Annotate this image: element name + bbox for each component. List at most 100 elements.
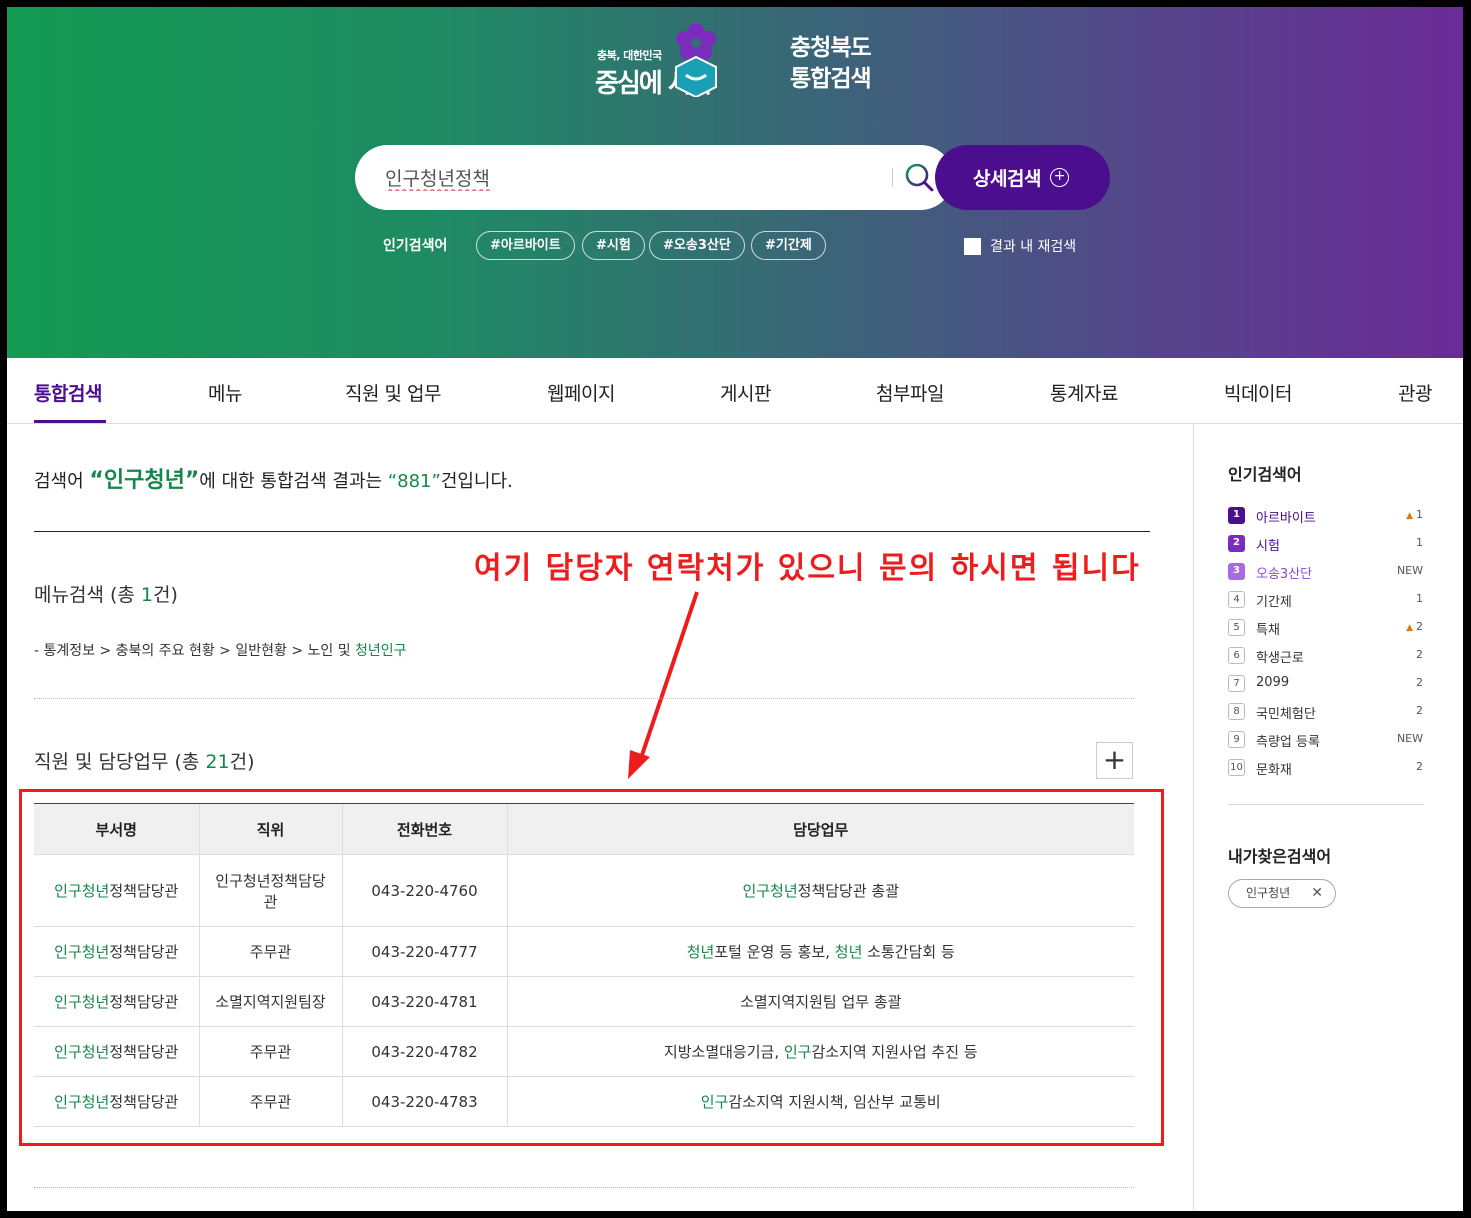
cell-duty: 인구청년정책담당관 총괄 (506, 854, 1134, 927)
cell-dept: 인구청년정책담당관 (34, 976, 199, 1027)
rank-item[interactable]: 9 측량업 등록 NEW (1228, 730, 1423, 750)
rank-change: 2 (1416, 676, 1423, 689)
summary-divider (34, 531, 1150, 532)
my-search-chip[interactable]: 인구청년 ✕ (1228, 879, 1336, 908)
rank-change-value: 2 (1416, 760, 1423, 773)
tab-tourism[interactable]: 관광 (1398, 379, 1432, 406)
research-within-results-checkbox[interactable]: 결과 내 재검색 (964, 236, 1076, 256)
duty-text: 포털 운영 등 홍보, (714, 943, 835, 961)
popular-tag[interactable]: #아르바이트 (476, 231, 575, 260)
cell-phone: 043-220-4782 (341, 1026, 507, 1077)
cell-phone: 043-220-4783 (341, 1076, 507, 1127)
rank-change-value: 1 (1416, 592, 1423, 605)
tab-attachments[interactable]: 첨부파일 (876, 379, 944, 406)
rank-item[interactable]: 5 특채 ▲ 2 (1228, 618, 1423, 638)
slogan-small: 충북, 대한민국 (597, 49, 662, 62)
summary-suffix: 건입니다. (440, 471, 513, 492)
rank-change: 2 (1416, 704, 1423, 717)
summary-middle: 에 대한 통합검색 결과는 (199, 471, 388, 492)
cell-phone: 043-220-4781 (341, 976, 507, 1027)
tab-bigdata[interactable]: 빅데이터 (1224, 379, 1292, 406)
popular-tag[interactable]: #시험 (582, 231, 645, 260)
chungbuk-emblem-icon (675, 23, 717, 97)
duty-text: 감소지역 지원사업 추진 등 (811, 1043, 978, 1061)
checkbox-icon (964, 237, 981, 255)
rank-word: 특채 (1256, 623, 1280, 638)
dept-highlight: 인구청년 (54, 882, 110, 900)
menu-path-text: - 통계정보 > 충북의 주요 현황 > 일반현황 > 노인 및 (34, 643, 356, 659)
tab-board[interactable]: 게시판 (720, 379, 771, 406)
rank-number: 5 (1228, 619, 1245, 636)
rank-word: 학생근로 (1256, 651, 1304, 666)
rank-item[interactable]: 8 국민체험단 2 (1228, 702, 1423, 722)
rank-item[interactable]: 4 기간제 1 (1228, 590, 1423, 610)
rank-item[interactable]: 2 시험 1 (1228, 534, 1423, 554)
active-tab-indicator (34, 420, 106, 423)
sidebar-divider (1228, 804, 1424, 805)
section-divider (34, 698, 1134, 699)
col-header-duty: 담당업무 (506, 803, 1134, 855)
rank-change-value: NEW (1396, 732, 1423, 745)
rank-change: NEW (1397, 564, 1423, 577)
dept-rest: 정책담당관 (109, 993, 179, 1011)
tab-integrated[interactable]: 통합검색 (34, 379, 102, 406)
rank-change: NEW (1397, 732, 1423, 745)
menu-path-highlight: 청년인구 (355, 643, 407, 659)
rank-item[interactable]: 7 2099 2 (1228, 674, 1423, 694)
popular-tag[interactable]: #기간제 (751, 231, 826, 260)
duty-highlight: 인구 (700, 1093, 729, 1111)
dept-highlight: 인구청년 (54, 993, 110, 1011)
expand-more-button[interactable]: + (1096, 742, 1133, 779)
tab-statistics[interactable]: 통계자료 (1050, 379, 1118, 406)
staff-table-body: 인구청년정책담당관 인구청년정책담당관 043-220-4760 인구청년정책담당관 … (34, 854, 1134, 1127)
popular-tag[interactable]: #오송3산단 (649, 231, 745, 260)
cell-position: 주무관 (198, 926, 342, 977)
menu-section-title: 메뉴검색 (총 1건) (34, 580, 178, 607)
search-divider (892, 168, 893, 187)
summary-prefix: 검색어 (34, 471, 90, 492)
staff-table: 부서명 직위 전화번호 담당업무 인구청년정책담당관 인구청년정책담당관 043-2… (34, 803, 1134, 1127)
rank-number: 4 (1228, 591, 1245, 608)
cell-duty: 청년포털 운영 등 홍보, 청년 소통간담회 등 (506, 926, 1134, 977)
dept-highlight: 인구청년 (54, 1043, 110, 1061)
rank-change: ▲ 1 (1406, 508, 1423, 521)
cell-dept: 인구청년정책담당관 (34, 854, 199, 927)
cell-dept: 인구청년정책담당관 (34, 1026, 199, 1077)
summary-count: “881” (387, 471, 441, 492)
dept-highlight: 인구청년 (54, 943, 110, 961)
close-icon[interactable]: ✕ (1311, 880, 1323, 907)
col-header-phone: 전화번호 (341, 803, 507, 855)
staff-section-title: 직원 및 담당업무 (총 21건) (34, 747, 255, 774)
search-input[interactable] (385, 159, 885, 195)
rank-change: ▲ 2 (1406, 620, 1423, 633)
rank-change-value: 2 (1416, 676, 1423, 689)
rank-number: 8 (1228, 703, 1245, 720)
search-icon[interactable] (903, 161, 937, 195)
popular-keywords-label: 인기검색어 (383, 238, 448, 254)
menu-result-link[interactable]: - 통계정보 > 충북의 주요 현황 > 일반현황 > 노인 및 청년인구 (34, 640, 407, 660)
rank-number: 10 (1228, 759, 1245, 776)
rank-item[interactable]: 1 아르바이트 ▲ 1 (1228, 506, 1423, 526)
tab-staff[interactable]: 직원 및 업무 (345, 379, 441, 406)
rank-change-value: 2 (1416, 704, 1423, 717)
site-name-line1: 충청북도 (790, 35, 872, 61)
tab-webpage[interactable]: 웹페이지 (547, 379, 615, 406)
advanced-search-button[interactable]: 상세검색 + (935, 145, 1110, 210)
rank-change-value: NEW (1396, 564, 1423, 577)
annotation-text: 여기 담당자 연락처가 있으니 문의 하시면 됩니다 (474, 551, 1141, 586)
rank-change-value: 1 (1416, 508, 1423, 521)
sidebar: 인기검색어 1 아르바이트 ▲ 1 2 시험 1 3 오송3산단 NEW 4 기간제 1 5 특채 ▲ 2 6 학생… (1193, 424, 1463, 1211)
site-logo[interactable]: 충북, 대한민국 중심에 서다 충청북도 통합검색 (592, 17, 902, 107)
tab-menu[interactable]: 메뉴 (208, 379, 242, 406)
cell-position: 인구청년정책담당관 (198, 854, 342, 927)
cell-phone: 043-220-4777 (341, 926, 507, 977)
rank-item[interactable]: 10 문화재 2 (1228, 758, 1423, 778)
menu-count: 1 (140, 584, 153, 606)
duty-highlight: 인구청년 (742, 882, 798, 900)
rank-item[interactable]: 3 오송3산단 NEW (1228, 562, 1423, 582)
sidebar-popular-title: 인기검색어 (1228, 465, 1302, 484)
rank-number: 1 (1228, 507, 1245, 524)
menu-title-prefix: 메뉴검색 (총 (34, 584, 141, 606)
cell-duty: 인구감소지역 지원시책, 임산부 교통비 (506, 1076, 1134, 1127)
rank-item[interactable]: 6 학생근로 2 (1228, 646, 1423, 666)
